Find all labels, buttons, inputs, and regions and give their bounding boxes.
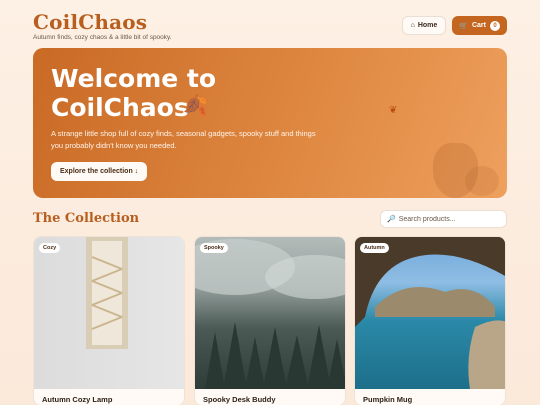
brand-tagline: Autumn finds, cozy chaos & a little bit … — [33, 34, 172, 41]
site-header: CoilChaos Autumn finds, cozy chaos & a l… — [33, 10, 507, 46]
product-image: Cozy — [34, 237, 184, 389]
product-tag: Autumn — [360, 243, 389, 253]
hero-banner: ❦ Welcome to CoilChaos 🍂 A strange littl… — [33, 48, 507, 198]
product-card[interactable]: Spooky Spooky Desk Buddy — [194, 236, 346, 405]
cart-label: Cart — [471, 22, 486, 29]
product-search[interactable]: 🔎 — [380, 210, 507, 228]
hero-decoration — [465, 166, 499, 196]
product-image: Autumn — [355, 237, 505, 389]
home-label: Home — [417, 22, 438, 29]
search-input[interactable] — [398, 215, 504, 223]
search-icon: 🔎 — [387, 216, 396, 223]
autumn-leaf-icon: 🍂 — [183, 95, 208, 117]
cart-button[interactable]: 🛒 Cart 0 — [452, 16, 507, 35]
top-nav: ⌂ Home 🛒 Cart 0 — [401, 16, 507, 35]
hero-description: A strange little shop full of cozy finds… — [51, 129, 316, 150]
sea-cave-illustration — [355, 237, 505, 389]
forest-illustration — [195, 239, 345, 389]
hero-title: Welcome to CoilChaos — [51, 64, 217, 122]
product-image: Spooky — [195, 237, 345, 389]
product-tag: Cozy — [39, 243, 61, 253]
home-button[interactable]: ⌂ Home — [401, 16, 447, 35]
staircase-illustration — [86, 237, 128, 349]
product-name: Pumpkin Mug — [363, 395, 413, 404]
product-card[interactable]: Cozy Autumn Cozy Lamp — [33, 236, 185, 405]
brand-logo[interactable]: CoilChaos — [33, 10, 147, 34]
cart-count-badge: 0 — [490, 20, 500, 31]
cart-icon: 🛒 — [459, 22, 468, 30]
product-tag: Spooky — [200, 243, 228, 253]
home-icon: ⌂ — [410, 22, 415, 29]
explore-collection-button[interactable]: Explore the collection ↓ — [51, 162, 148, 181]
leaf-icon: ❦ — [389, 105, 398, 116]
product-name: Spooky Desk Buddy — [203, 395, 276, 404]
product-name: Autumn Cozy Lamp — [42, 395, 113, 404]
collection-title: The Collection — [33, 211, 140, 226]
product-card[interactable]: Autumn Pumpkin Mug — [354, 236, 506, 405]
